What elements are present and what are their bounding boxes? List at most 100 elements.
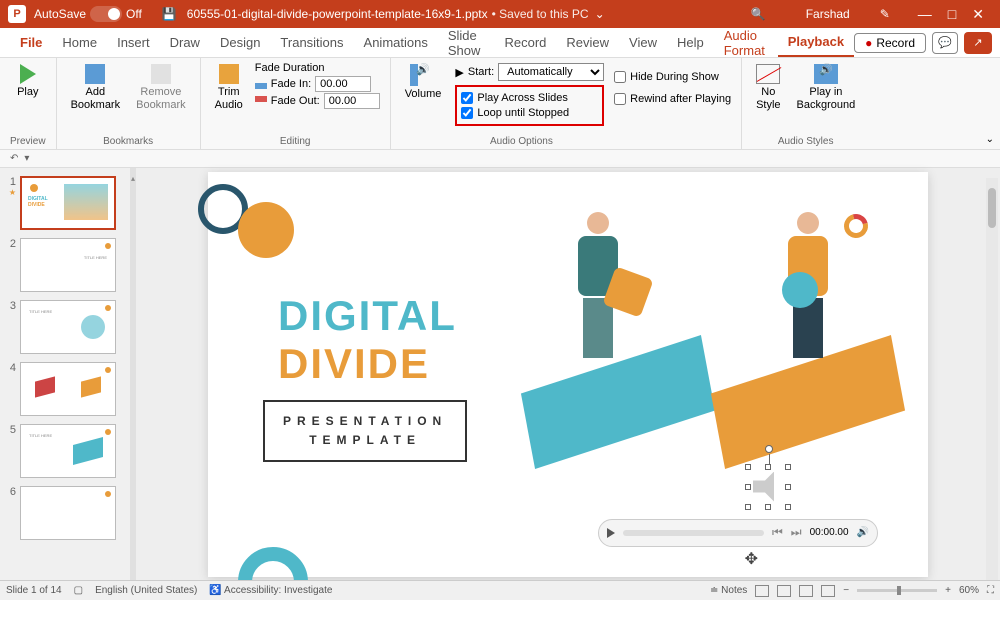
comments-button[interactable]: 💬 xyxy=(932,32,958,54)
slide-counter[interactable]: Slide 1 of 14 xyxy=(6,585,62,596)
undo-icon[interactable]: ↶ xyxy=(10,153,18,164)
tab-view[interactable]: View xyxy=(619,28,667,57)
spellcheck-icon[interactable]: ▢ xyxy=(74,585,83,596)
play-icon xyxy=(20,64,36,84)
thumbnail-4[interactable] xyxy=(20,362,116,416)
search-icon[interactable]: 🔍 xyxy=(751,7,766,21)
reading-view-icon[interactable] xyxy=(799,585,813,597)
slide-canvas[interactable]: DIGITAL DIVIDE PRESENTATION TEMPLATE xyxy=(136,168,1000,600)
start-dropdown[interactable]: Automatically xyxy=(498,63,604,81)
skip-fwd-icon[interactable]: ⏭ xyxy=(791,525,802,540)
fade-controls: Fade Duration Fade In: Fade Out: xyxy=(255,62,380,114)
background-icon: 🔊 xyxy=(814,64,838,84)
notes-button[interactable]: ≐ Notes xyxy=(710,585,747,596)
slide-1[interactable]: DIGITAL DIVIDE PRESENTATION TEMPLATE xyxy=(208,172,928,577)
zoom-in-icon[interactable]: + xyxy=(945,585,951,596)
group-bookmarks: Add Bookmark Remove Bookmark Bookmarks xyxy=(57,58,201,149)
thumbnail-5[interactable]: TITLE HERE xyxy=(20,424,116,478)
maximize-button[interactable]: □ xyxy=(948,6,956,22)
thumbnail-2[interactable]: TITLE HERE xyxy=(20,238,116,292)
accessibility-label[interactable]: ♿ Accessibility: Investigate xyxy=(209,585,332,596)
quick-access-bar: ↶ ▾ xyxy=(0,150,1000,168)
autosave-toggle[interactable]: AutoSave Off xyxy=(34,6,142,22)
hide-checkbox[interactable] xyxy=(614,71,626,83)
group-label-editing: Editing xyxy=(280,134,311,147)
playback-options-col1: ▶ Start: Automatically Play Across Slide… xyxy=(455,62,604,126)
rewind-checkbox[interactable] xyxy=(614,93,626,105)
thumbnail-3[interactable]: TITLE HERE xyxy=(20,300,116,354)
skip-back-icon[interactable]: ⏮ xyxy=(772,525,783,540)
play-background-button[interactable]: 🔊 Play in Background xyxy=(793,62,860,114)
qat-chevron-icon[interactable]: ▾ xyxy=(24,153,29,164)
vertical-scrollbar[interactable] xyxy=(986,178,998,590)
tab-playback[interactable]: Playback xyxy=(778,28,854,57)
slide-thumbnails-panel[interactable]: 1★ DIGITAL DIVIDE 2 TITLE HERE 3 TITLE H… xyxy=(0,168,130,600)
speaker-icon xyxy=(753,472,783,502)
resize-handle-bl[interactable] xyxy=(745,504,751,510)
thumbnail-6[interactable] xyxy=(20,486,116,540)
resize-handle-tl[interactable] xyxy=(745,464,751,470)
save-icon[interactable]: 💾 xyxy=(162,7,177,21)
thumbnail-1[interactable]: DIGITAL DIVIDE xyxy=(20,176,116,230)
minimize-button[interactable]: — xyxy=(918,6,932,22)
tab-review[interactable]: Review xyxy=(556,28,619,57)
volume-icon: 🔊 xyxy=(410,64,436,86)
resize-handle-tr[interactable] xyxy=(785,464,791,470)
rotate-handle[interactable] xyxy=(765,445,773,453)
volume-button[interactable]: 🔊 Volume xyxy=(401,62,446,103)
player-track[interactable] xyxy=(623,530,764,536)
tab-animations[interactable]: Animations xyxy=(354,28,438,57)
collapse-ribbon-icon[interactable]: ⌄ xyxy=(986,134,994,145)
tab-audio-format[interactable]: Audio Format xyxy=(714,28,778,57)
chevron-down-icon[interactable]: ⌄ xyxy=(595,7,605,21)
close-button[interactable]: ✕ xyxy=(972,6,984,23)
fit-window-icon[interactable]: ⛶ xyxy=(987,585,994,596)
share-button[interactable]: ↗ xyxy=(964,32,992,54)
mute-icon[interactable]: 🔊 xyxy=(857,527,869,538)
resize-handle-mr[interactable] xyxy=(785,484,791,490)
document-title[interactable]: 60555-01-digital-divide-powerpoint-templ… xyxy=(187,7,488,21)
resize-handle-ml[interactable] xyxy=(745,484,751,490)
loop-checkbox[interactable] xyxy=(461,107,473,119)
play-button[interactable]: Play xyxy=(13,62,42,101)
fade-in-input[interactable] xyxy=(315,76,371,92)
audio-object-selected[interactable] xyxy=(748,467,788,507)
play-across-checkbox[interactable] xyxy=(461,92,473,104)
resize-handle-bm[interactable] xyxy=(765,504,771,510)
main-area: 1★ DIGITAL DIVIDE 2 TITLE HERE 3 TITLE H… xyxy=(0,168,1000,600)
slide-subtitle[interactable]: PRESENTATION TEMPLATE xyxy=(263,400,467,462)
tab-draw[interactable]: Draw xyxy=(160,28,210,57)
trim-audio-button[interactable]: Trim Audio xyxy=(211,62,247,114)
sorter-view-icon[interactable] xyxy=(777,585,791,597)
tab-record[interactable]: Record xyxy=(494,28,556,57)
resize-handle-br[interactable] xyxy=(785,504,791,510)
zoom-level[interactable]: 60% xyxy=(959,585,979,596)
zoom-slider[interactable] xyxy=(857,589,937,592)
title-line-2: DIVIDE xyxy=(278,340,457,388)
tab-design[interactable]: Design xyxy=(210,28,270,57)
tab-home[interactable]: Home xyxy=(52,28,107,57)
tab-insert[interactable]: Insert xyxy=(107,28,160,57)
record-button[interactable]: Record xyxy=(854,33,926,53)
move-cursor-icon: ✥ xyxy=(745,549,758,569)
fade-out-input[interactable] xyxy=(324,93,380,109)
user-name[interactable]: Farshad xyxy=(806,7,850,21)
slide-title[interactable]: DIGITAL DIVIDE xyxy=(278,292,457,388)
ribbon: Play Preview Add Bookmark Remove Bookmar… xyxy=(0,58,1000,150)
audio-player-bar[interactable]: ⏮ ⏭ 00:00.00 🔊 xyxy=(598,519,878,547)
tab-transitions[interactable]: Transitions xyxy=(270,28,353,57)
add-bookmark-button[interactable]: Add Bookmark xyxy=(67,62,125,114)
zoom-out-icon[interactable]: − xyxy=(843,585,849,596)
normal-view-icon[interactable] xyxy=(755,585,769,597)
hide-label: Hide During Show xyxy=(630,71,719,83)
tab-help[interactable]: Help xyxy=(667,28,714,57)
toggle-switch[interactable] xyxy=(90,6,122,22)
pen-icon[interactable]: ✎ xyxy=(880,7,890,21)
language-label[interactable]: English (United States) xyxy=(95,585,197,596)
player-play-icon[interactable] xyxy=(607,528,615,538)
no-style-button[interactable]: No Style xyxy=(752,62,784,114)
tab-slideshow[interactable]: Slide Show xyxy=(438,28,495,57)
slideshow-view-icon[interactable] xyxy=(821,585,835,597)
tab-file[interactable]: File xyxy=(10,28,52,57)
resize-handle-tm[interactable] xyxy=(765,464,771,470)
